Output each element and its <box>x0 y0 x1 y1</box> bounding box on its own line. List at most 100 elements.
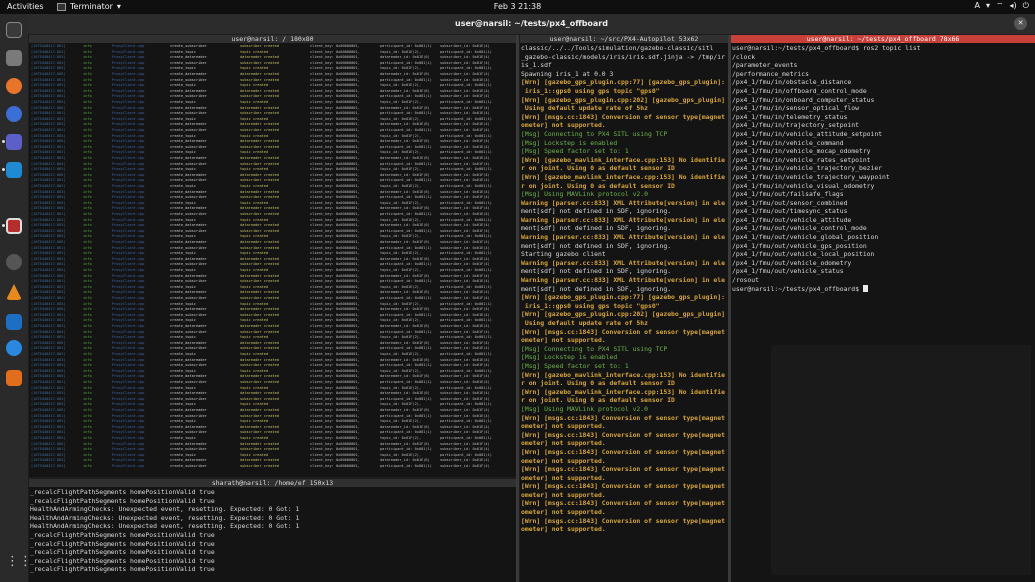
log-line: [Msg] Speed factor set to: 1 <box>521 147 629 156</box>
log-line: [Wrn] [msgs.cc:1843] Conversion of senso… <box>521 482 725 491</box>
terminal-pane-dds[interactable]: user@narsil: / 180x80 [1675440417.861] in… <box>29 35 516 477</box>
log-line: ometer] not supported. <box>521 490 606 499</box>
log-line: [Msg] Speed factor set to: 1 <box>521 361 629 370</box>
log-cell: ProxyClient.cpp <box>112 464 145 468</box>
log-cell: create_subscriber <box>170 464 207 468</box>
log-line: r on joint. Using 0 as default sensor ID <box>521 379 675 388</box>
topic-item: /px4_1/fmu/in/vehicle_command <box>732 138 844 147</box>
log-line: [Wrn] [msgs.cc:1843] Conversion of senso… <box>521 465 725 474</box>
log-line: [Wrn] [msgs.cc:1843] Conversion of senso… <box>521 447 725 456</box>
top-bar: Activities Terminator ▾ Feb 3 21:38 A ▾ … <box>0 0 1035 14</box>
log-line: r on joint. Using 0 as default sensor ID <box>521 181 675 190</box>
log-cell: subscriber created <box>240 464 279 468</box>
log-line: [Msg] Connecting to PX4 SITL using TCP <box>521 129 668 138</box>
chrome-icon[interactable] <box>6 340 22 356</box>
log-line: [Wrn] [msgs.cc:1843] Conversion of senso… <box>521 112 725 121</box>
dock: ⋮⋮ <box>0 14 32 582</box>
log-line: ment[sdf] not defined in SDF, ignoring. <box>521 284 672 293</box>
log-line: HealthAndArmingChecks: Unexpected event,… <box>30 505 300 514</box>
log-cell: client_key: 0x00000001, <box>310 464 360 468</box>
pane-title[interactable]: user@narsil: / 180x80 <box>29 35 516 43</box>
log-line: _gazebo-classic/models/iris/iris.sdf.jin… <box>521 52 725 61</box>
running-indicator <box>2 140 5 143</box>
topic-item: /px4_1/fmu/in/obstacle_distance <box>732 78 852 87</box>
terminal-pane-sim[interactable]: user@narsil: ~/src/PX4-Autopilot 53x62 c… <box>520 35 728 582</box>
log-line: iris_1::gps0 using gps topic "gps0" <box>521 86 660 95</box>
system-tray[interactable]: A ▾ ⌔ ◂) ⏻ <box>975 1 1030 11</box>
log-line: _recalcFlightPathSegments homePositionVa… <box>30 548 215 557</box>
wifi-icon[interactable]: ⌔ <box>996 1 1004 11</box>
shell-prompt[interactable]: user@narsil:~/tests/px4_offboard$ <box>732 284 1034 294</box>
log-line: is_1.sdf <box>521 61 552 70</box>
log-line: ometer] not supported. <box>521 336 606 345</box>
chromium-icon[interactable] <box>6 106 22 122</box>
log-line: ment[sdf] not defined in SDF, ignoring. <box>521 207 672 216</box>
topic-item: /rosout <box>732 276 759 285</box>
window-titlebar[interactable]: user@narsil: ~/tests/px4_offboard ✕ <box>28 14 1035 34</box>
terminal-pane-qgc[interactable]: sharath@narsil: /home/ef 150x13 _recalcF… <box>29 479 516 582</box>
log-line: [Wrn] [gazebo_gps_plugin.cpp:202] [gazeb… <box>521 310 725 319</box>
log-row: [1675440417.864] info ProxyClient.cpp creat… <box>30 464 515 470</box>
log-line: [Msg] Using MAVLink protocol v2.0 <box>521 190 648 199</box>
log-line: classic/../../Tools/simulation/gazebo-cl… <box>521 44 714 52</box>
log-line: Warning [parser.cc:833] XML Attribute[ve… <box>521 258 725 267</box>
topic-item: /clock <box>732 52 756 61</box>
topic-item: /px4_1/fmu/in/vehicle_trajectory_waypoin… <box>732 172 890 181</box>
terminal-pane-topics[interactable]: user@narsil: ~/tests/px4_offboard 78x66 … <box>731 35 1035 582</box>
log-line: [Wrn] [gazebo_mavlink_interface.cpp:153]… <box>521 155 725 164</box>
topic-item: /performance_metrics <box>732 69 809 78</box>
topic-list-output[interactable]: user@narsil:~/tests/px4_offboard$ ros2 t… <box>732 44 1034 582</box>
log-line: [Wrn] [gazebo_gps_plugin.cpp:202] [gazeb… <box>521 95 725 104</box>
log-line: Using default update rate of 5hz <box>521 319 648 327</box>
pane-title[interactable]: user@narsil: ~/tests/px4_offboard 78x66 <box>731 35 1035 43</box>
topic-item: /px4_1/fmu/out/vehicle_gps_position <box>732 241 867 250</box>
log-line: r on joint. Using 0 as default sensor ID <box>521 396 675 405</box>
topic-item: /px4_1/fmu/out/vehicle_odometry <box>732 258 852 267</box>
volume-icon[interactable]: ◂) <box>1010 1 1017 11</box>
log-line: ometer] not supported. <box>521 456 606 465</box>
log-line: [Wrn] [msgs.cc:1843] Conversion of senso… <box>521 413 725 422</box>
firefox-icon[interactable] <box>6 78 22 94</box>
topic-item: /px4_1/fmu/out/timesync_status <box>732 207 848 216</box>
log-line: [Wrn] [gazebo_mavlink_interface.cpp:153]… <box>521 370 725 379</box>
log-line: [Wrn] [gazebo_gps_plugin.cpp:77] [gazebo… <box>521 78 725 87</box>
text-cursor <box>862 284 868 292</box>
vlc-icon[interactable] <box>6 284 22 300</box>
settings-icon[interactable] <box>6 254 22 270</box>
log-line: ometer] not supported. <box>521 508 606 517</box>
log-line: [Wrn] [gazebo_gps_plugin.cpp:77] [gazebo… <box>521 293 725 302</box>
pane-splitter[interactable] <box>516 35 519 582</box>
topic-item: /px4_1/fmu/out/vehicle_status <box>732 267 844 276</box>
files-icon[interactable] <box>6 50 22 66</box>
app-grid-icon[interactable]: ⋮⋮ <box>6 554 32 570</box>
pane-title[interactable]: user@narsil: ~/src/PX4-Autopilot 53x62 <box>520 35 728 43</box>
log-line: Warning [parser.cc:833] XML Attribute[ve… <box>521 215 725 224</box>
topic-item: /px4_1/fmu/in/vehicle_rates_setpoint <box>732 155 871 164</box>
log-line: Spawning iris_1 at 0.0 3 <box>521 69 614 78</box>
log-line: HealthAndArmingChecks: Unexpected event,… <box>30 513 300 522</box>
pane-title[interactable]: sharath@narsil: /home/ef 150x13 <box>29 479 516 487</box>
log-cell: subscriber_id: 0x01F(4) <box>440 464 490 468</box>
log-line: r on joint. Using 0 as default sensor ID <box>521 164 675 173</box>
sublime-icon[interactable] <box>6 370 22 386</box>
topic-item: /px4_1/fmu/in/trajectory_setpoint <box>732 121 859 130</box>
log-line: Starting gazebo client <box>521 250 606 259</box>
tray-item[interactable]: ▾ <box>986 1 990 11</box>
running-indicator <box>2 168 5 171</box>
window-title: user@narsil: ~/tests/px4_offboard <box>455 19 608 28</box>
topic-item: /px4_1/fmu/in/vehicle_attitude_setpoint <box>732 129 883 138</box>
log-line: Warning [parser.cc:833] XML Attribute[ve… <box>521 233 725 242</box>
vscode-icon[interactable] <box>6 162 22 178</box>
topic-item: /px4_1/fmu/out/vehicle_local_position <box>732 250 875 259</box>
tray-item[interactable]: A <box>975 1 980 11</box>
terminator-icon[interactable] <box>6 218 22 234</box>
qgc-icon[interactable] <box>6 314 22 330</box>
power-icon[interactable]: ⏻ <box>1023 1 1029 11</box>
teams-icon[interactable] <box>6 134 22 150</box>
terminal-icon[interactable] <box>6 22 22 38</box>
log-line: _recalcFlightPathSegments homePositionVa… <box>30 496 215 505</box>
log-line: _recalcFlightPathSegments homePositionVa… <box>30 530 215 539</box>
log-line: [Wrn] [gazebo_mavlink_interface.cpp:153]… <box>521 387 725 396</box>
close-icon[interactable]: ✕ <box>1014 17 1027 30</box>
clock[interactable]: Feb 3 21:38 <box>0 2 1035 11</box>
